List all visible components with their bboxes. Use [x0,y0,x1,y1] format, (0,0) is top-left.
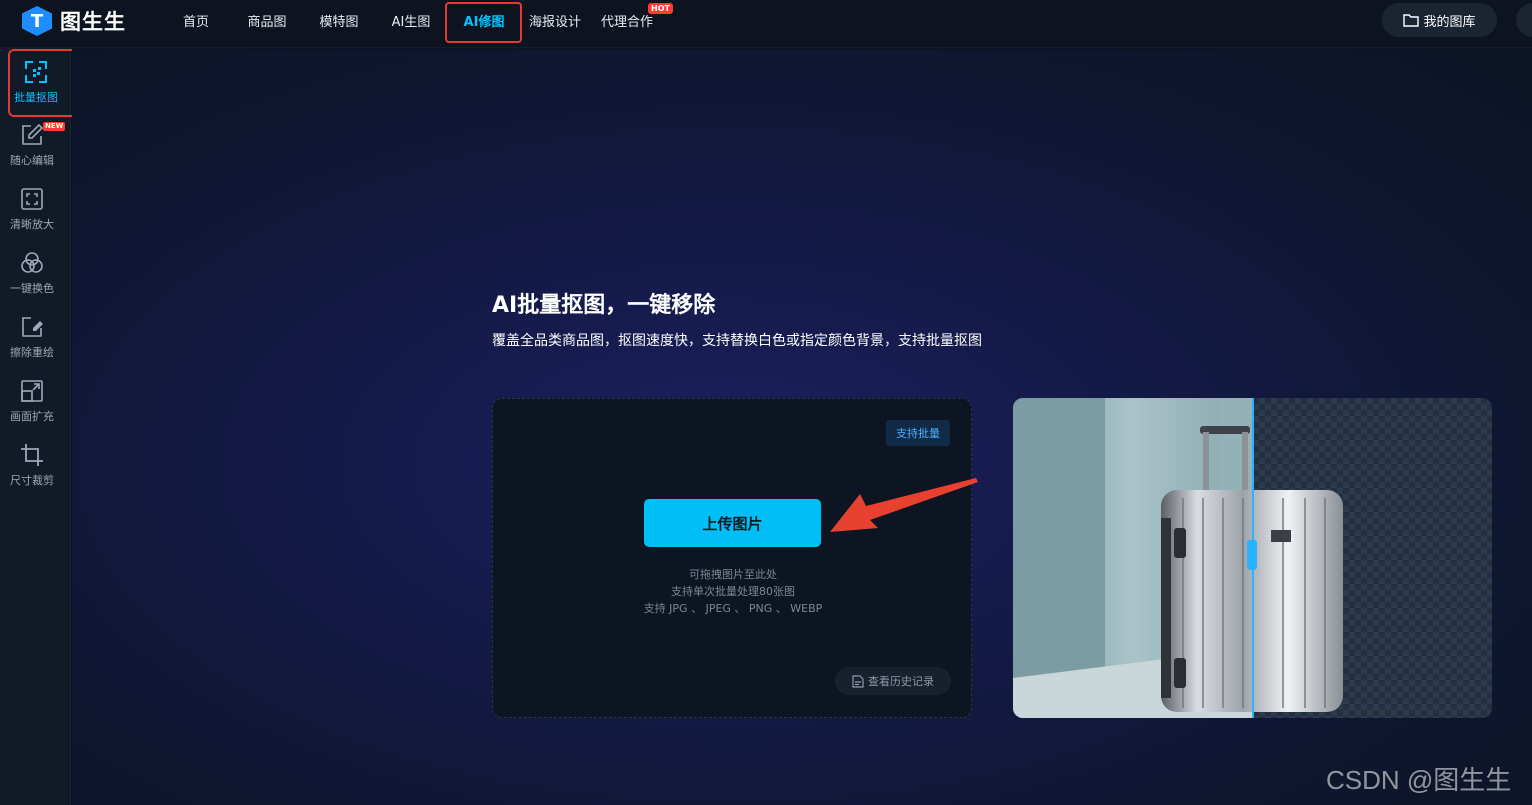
hot-badge: HOT [648,3,673,14]
sidebar-item-label: 尺寸裁剪 [10,474,54,487]
nav-item-home[interactable]: 首页 [179,0,213,40]
my-gallery-button[interactable]: 我的图库 [1382,3,1497,37]
erase-icon [22,317,43,337]
sidebar-item-enlarge[interactable]: 清晰放大 [0,179,64,239]
nav-item-product[interactable]: 商品图 [245,0,289,40]
cutout-example-image [1013,398,1492,718]
crop-icon [21,444,43,466]
nav-highlight-box [445,2,522,43]
nav-item-model[interactable]: 模特图 [317,0,361,40]
document-icon [852,674,864,688]
red-arrow-annotation [830,478,978,532]
suitcase-preview-illustration [1013,398,1492,718]
sidebar-item-label: 随心编辑 [10,154,54,167]
sidebar-item-label: 一键换色 [10,282,54,295]
drag-hint: 可拖拽图片至此处 [689,568,777,581]
logo[interactable]: T 图生生 [22,6,126,36]
expand-icon [21,380,43,402]
my-gallery-label: 我的图库 [1423,14,1476,30]
batch-support-tag: 支持批量 [886,420,950,446]
logo-text: 图生生 [60,10,126,34]
edit-icon [22,123,44,145]
nav-item-ai-generate[interactable]: AI生图 [389,0,433,40]
view-history-button[interactable]: 查看历史记录 [835,667,951,695]
page-subtitle: 覆盖全品类商品图，抠图速度快，支持替换白色或指定颜色背景，支持批量抠图 [492,333,982,349]
sidebar-item-label: 擦除重绘 [10,346,54,359]
sidebar-item-label: 画面扩充 [10,410,54,423]
csdn-watermark: CSDN @图生生 [1326,765,1512,795]
color-change-icon [21,252,43,273]
sidebar-item-color-change[interactable]: 一键换色 [0,243,64,303]
user-avatar-button[interactable] [1516,3,1532,37]
new-badge: NEW [43,122,66,131]
folder-icon [1403,14,1420,27]
enlarge-icon [21,188,43,210]
sidebar-item-erase[interactable]: 擦除重绘 [0,307,64,367]
logo-icon: T [22,6,52,36]
page-title: AI批量抠图，一键移除 [492,293,716,318]
format-hint: 支持 JPG 、 JPEG 、 PNG 、 WEBP [643,602,823,615]
batch-limit-hint: 支持单次批量处理80张图 [671,585,795,598]
sidebar-item-expand[interactable]: 画面扩充 [0,371,64,431]
sidebar-item-label: 清晰放大 [10,218,54,231]
upload-image-button[interactable]: 上传图片 [644,499,821,547]
sidebar-item-crop[interactable]: 尺寸裁剪 [0,435,64,495]
top-nav-bar: T 图生生 首页 商品图 模特图 AI生图 AI修图 海报设计 代理合作 HOT… [0,0,1532,48]
sidebar-highlight-box [8,49,80,117]
view-history-label: 查看历史记录 [868,675,934,688]
upload-dropzone[interactable]: 支持批量 上传图片 可拖拽图片至此处 支持单次批量处理80张图 支持 JPG 、… [492,398,972,718]
nav-item-poster[interactable]: 海报设计 [526,0,584,40]
